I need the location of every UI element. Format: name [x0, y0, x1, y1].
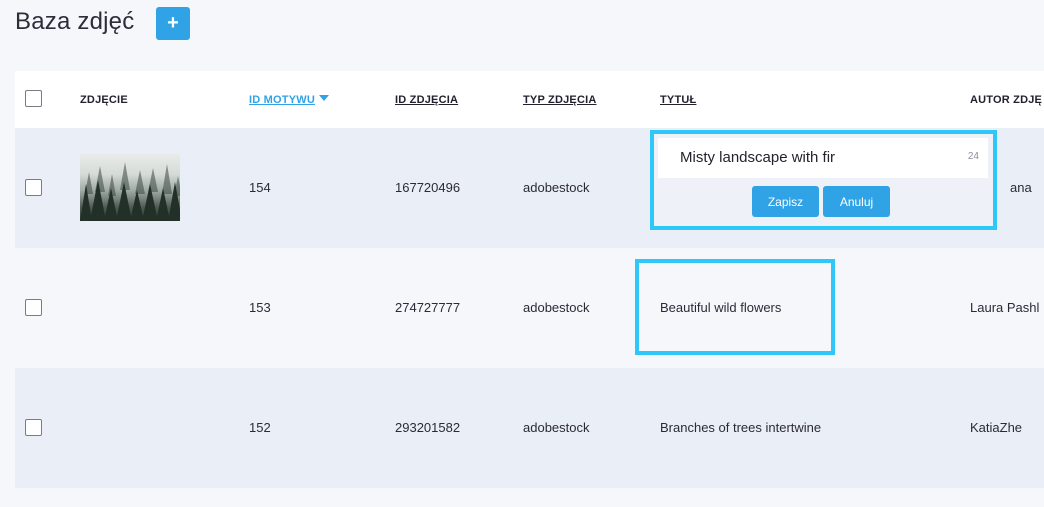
- motif-id-cell: 153: [249, 300, 271, 315]
- add-photo-button[interactable]: +: [156, 7, 190, 40]
- char-counter: 24: [967, 151, 979, 162]
- photo-thumbnail: [80, 154, 180, 221]
- table-row: 152 293201582 adobestock Branches of tre…: [15, 368, 1044, 488]
- photo-type-cell: adobestock: [523, 180, 590, 195]
- photo-id-cell: 167720496: [395, 180, 461, 195]
- row-checkbox[interactable]: [25, 179, 42, 196]
- column-header-photo-type[interactable]: TYP ZDJĘCIA: [523, 94, 597, 106]
- cancel-button[interactable]: Anuluj: [823, 186, 890, 217]
- title-edit-popover: 24 Zapisz Anuluj: [650, 130, 997, 230]
- table-header: ZDJĘCIE ID MOTYWU ID ZDJĘCIA TYP ZDJĘCIA…: [15, 71, 1044, 128]
- column-header-motif-id[interactable]: ID MOTYWU: [249, 94, 329, 106]
- title-cell[interactable]: Branches of trees intertwine: [660, 420, 821, 435]
- author-cell: KatiaZhe: [970, 420, 1023, 435]
- motif-id-cell: 152: [249, 420, 271, 435]
- select-all-checkbox[interactable]: [25, 90, 42, 107]
- table-row: 153 274727777 adobestock Beautiful wild …: [15, 248, 1044, 368]
- motif-id-cell: 154: [249, 180, 271, 195]
- row-checkbox[interactable]: [25, 299, 42, 316]
- save-button[interactable]: Zapisz: [752, 186, 819, 217]
- author-cell: ana: [1010, 180, 1032, 195]
- photo-type-cell: adobestock: [523, 300, 590, 315]
- photo-type-cell: adobestock: [523, 420, 590, 435]
- column-header-author: AUTOR ZDJĘ: [970, 94, 1043, 106]
- photo-id-cell: 274727777: [395, 300, 461, 315]
- column-header-motif-id-label: ID MOTYWU: [249, 94, 315, 106]
- author-cell: Laura Pashl: [970, 300, 1040, 315]
- title-edit-input[interactable]: [658, 138, 988, 178]
- column-header-photo-id[interactable]: ID ZDJĘCIA: [395, 94, 458, 106]
- photo-id-cell: 293201582: [395, 420, 461, 435]
- column-header-photo: ZDJĘCIE: [80, 94, 128, 106]
- column-header-title[interactable]: TYTUŁ: [660, 94, 696, 106]
- sort-desc-icon: [318, 95, 329, 101]
- title-cell-highlight: [635, 259, 835, 355]
- page-title: Baza zdjęć: [15, 8, 135, 35]
- row-checkbox[interactable]: [25, 419, 42, 436]
